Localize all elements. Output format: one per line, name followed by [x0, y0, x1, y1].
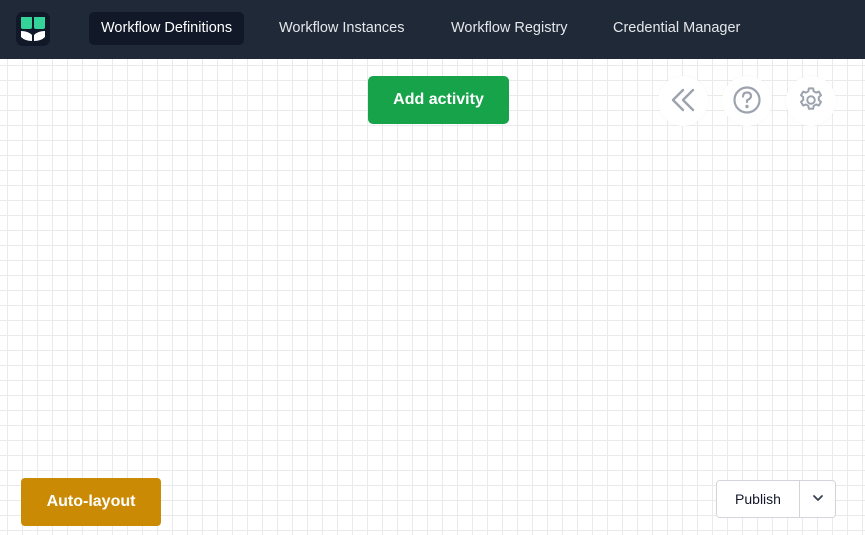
chevrons-left-icon — [669, 86, 697, 117]
nav-credential-manager[interactable]: Credential Manager — [601, 12, 752, 45]
app-logo-icon[interactable] — [16, 12, 50, 46]
publish-split-button: Publish — [716, 480, 836, 518]
nav-workflow-registry[interactable]: Workflow Registry — [439, 12, 580, 45]
publish-menu-toggle[interactable] — [799, 481, 835, 517]
auto-layout-button[interactable]: Auto-layout — [21, 478, 161, 526]
workflow-designer-canvas[interactable] — [0, 59, 865, 535]
publish-button[interactable]: Publish — [717, 481, 799, 517]
collapse-panel-button[interactable] — [658, 76, 708, 126]
settings-button[interactable] — [786, 76, 836, 126]
nav-workflow-definitions[interactable]: Workflow Definitions — [89, 12, 245, 45]
chevron-down-icon — [811, 491, 825, 508]
gear-icon — [796, 85, 826, 118]
add-activity-button[interactable]: Add activity — [368, 76, 509, 124]
top-navbar: Workflow Definitions Workflow Instances … — [0, 0, 865, 59]
nav-workflow-instances[interactable]: Workflow Instances — [267, 12, 416, 45]
help-button[interactable] — [722, 76, 772, 126]
question-circle-icon — [732, 85, 762, 118]
